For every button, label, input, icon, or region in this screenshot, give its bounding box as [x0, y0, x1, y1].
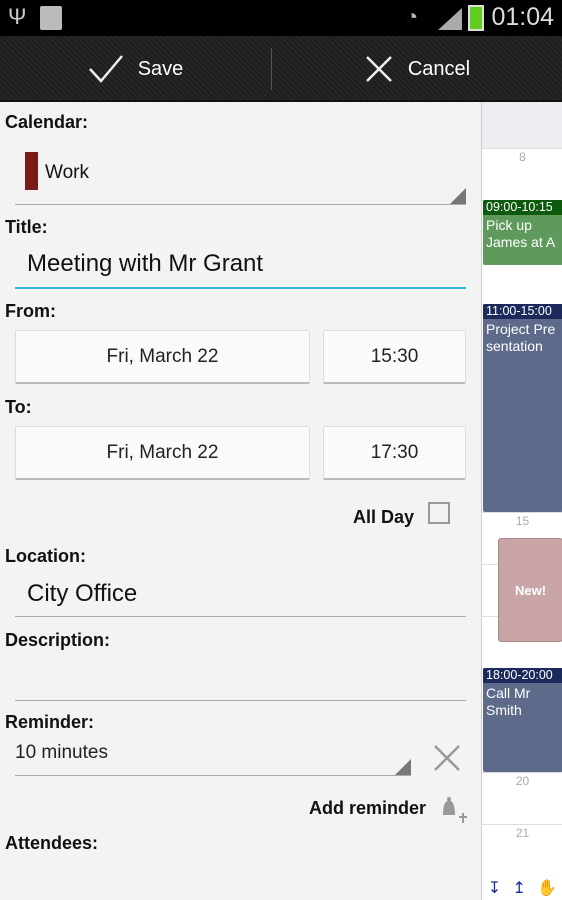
event-call-mr-smith[interactable]: 18:00-20:00 Call Mr Smith	[483, 668, 562, 772]
event-title: Call Mr Smith	[486, 685, 531, 718]
calendar-label: Calendar:	[5, 112, 89, 132]
status-bar: Ψ ◔ 01:04	[0, 0, 562, 36]
day-header	[482, 102, 562, 148]
cancel-button[interactable]: Cancel	[272, 36, 562, 102]
usb-icon: Ψ	[8, 4, 27, 29]
cancel-label: Cancel	[407, 57, 471, 80]
to-date-button[interactable]: Fri, March 22	[15, 426, 310, 480]
location-label: Location:	[5, 546, 86, 566]
attendees-label: Attendees:	[5, 833, 99, 853]
save-button[interactable]: Save	[0, 36, 271, 102]
day-view-toolbar: ↧ ↥ ✋	[482, 876, 562, 900]
signal-icon	[438, 8, 462, 30]
description-input[interactable]	[15, 665, 466, 701]
event-time: 18:00-20:00	[483, 668, 562, 683]
add-bell-icon[interactable]	[437, 795, 469, 827]
hour-label: 21	[482, 824, 562, 876]
event-time: 11:00-15:00	[483, 304, 562, 319]
to-time-button[interactable]: 17:30	[323, 426, 466, 480]
hour-label: 8	[482, 148, 562, 200]
event-title: Pick up James at A	[486, 217, 556, 250]
save-label: Save	[137, 57, 184, 80]
remove-reminder-icon[interactable]	[433, 744, 461, 772]
reminder-select[interactable]: 10 minutes	[15, 742, 411, 776]
calendar-value: Work	[45, 162, 89, 183]
title-label: Title:	[5, 217, 48, 237]
extend-end-icon[interactable]: ↧	[488, 878, 501, 898]
location-input[interactable]: City Office	[15, 580, 466, 617]
to-label: To:	[5, 397, 32, 417]
description-label: Description:	[5, 630, 111, 650]
event-project-presentation[interactable]: 11:00-15:00 Project Presentation	[483, 304, 562, 512]
add-reminder-label[interactable]: Add reminder	[309, 798, 426, 819]
reminder-value: 10 minutes	[15, 742, 108, 763]
from-time-button[interactable]: 15:30	[323, 330, 466, 384]
check-icon	[88, 55, 123, 83]
event-pick-up-james[interactable]: 09:00-10:15 Pick up James at A	[483, 200, 562, 265]
close-icon	[365, 56, 392, 82]
sim-icon	[40, 6, 62, 30]
event-time: 09:00-10:15	[483, 200, 562, 215]
wifi-icon: ◔	[405, 4, 419, 29]
day-view[interactable]: 89101112131415161718192021 09:00-10:15 P…	[481, 102, 562, 900]
from-date-button[interactable]: Fri, March 22	[15, 330, 310, 384]
hand-drag-icon[interactable]: ✋	[537, 878, 557, 898]
battery-charging-icon	[468, 5, 484, 31]
title-input[interactable]: Meeting with Mr Grant	[15, 250, 466, 289]
clock: 01:04	[491, 3, 554, 31]
dropdown-icon	[450, 188, 466, 204]
allday-checkbox[interactable]	[428, 502, 450, 524]
reminder-label: Reminder:	[5, 712, 95, 732]
action-bar: Save Cancel	[0, 36, 562, 102]
from-label: From:	[5, 301, 56, 321]
new-event-block[interactable]: New!	[498, 538, 562, 642]
hour-label: 20	[482, 772, 562, 824]
calendar-color-swatch	[25, 152, 38, 190]
event-title: Project Presentation	[486, 321, 556, 354]
extend-start-icon[interactable]: ↥	[513, 878, 526, 898]
allday-label: All Day	[353, 507, 415, 527]
calendar-select[interactable]: Work	[15, 145, 466, 205]
dropdown-icon	[395, 759, 411, 775]
